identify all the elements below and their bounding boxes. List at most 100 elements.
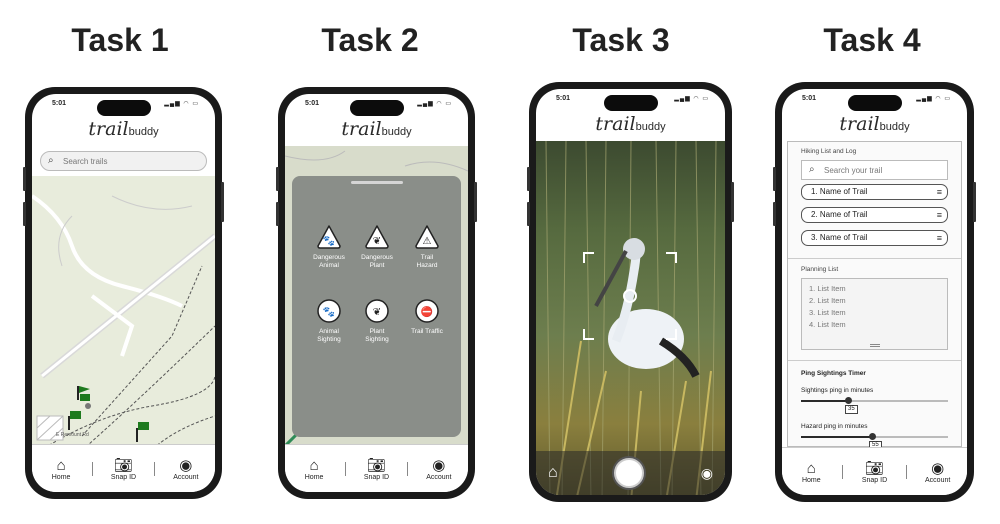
svg-text:❦: ❦ [373, 307, 381, 318]
camera-controls: ⌂ ◉ [536, 451, 725, 495]
home-icon: ⌂ [309, 456, 319, 474]
status-time: 5:01 [802, 95, 817, 102]
account-icon: ◉ [432, 456, 446, 474]
hazard-slider-fill [801, 436, 872, 438]
status-icons: ▂▄▆ ◠ ▭ [674, 96, 709, 102]
sightings-slider-fill [801, 400, 848, 402]
map-road-label: E Remount Rd [56, 432, 89, 438]
hazard-slider[interactable]: 55 [801, 433, 948, 450]
trail-item-label: 3. Name of Trail [811, 233, 868, 242]
drag-handle-icon[interactable]: ≡ [937, 208, 942, 222]
home-icon: ⌂ [806, 459, 816, 477]
account-icon[interactable]: ◉ [701, 465, 713, 482]
lists-panel: Hiking List and Log ⌕ Search your trail … [787, 141, 962, 450]
home-icon: ⌂ [56, 456, 66, 474]
tab-account-label: Account [173, 473, 199, 481]
svg-text:⛔: ⛔ [421, 305, 433, 318]
phone-task-1: 5:01 ▂▄▆ ◠ ▭ trailbuddy ⌕ Search trails [23, 87, 224, 499]
tab-bar: ⌂ Home 📷︎ Snap ID ◉ Account [32, 444, 215, 492]
tab-home-label: Home [51, 473, 71, 481]
status-time: 5:01 [52, 100, 67, 107]
tab-account[interactable]: ◉ Account [158, 457, 213, 481]
tab-home[interactable]: ⌂ Home [287, 457, 342, 481]
task-4-title: Task 4 [823, 22, 921, 58]
app-logo: trailbuddy [341, 118, 412, 140]
tab-account[interactable]: ◉ Account [910, 460, 965, 484]
tab-snap-id[interactable]: 📷︎ Snap ID [349, 457, 404, 481]
search-icon: ⌕ [809, 164, 815, 175]
home-icon[interactable]: ⌂ [548, 464, 558, 482]
tab-snap-label: Snap ID [110, 473, 137, 481]
tab-home[interactable]: ⌂ Home [784, 460, 839, 484]
dynamic-island [349, 100, 404, 116]
tab-snap-id[interactable]: 📷︎ Snap ID [847, 460, 902, 484]
sightings-value: 35 [845, 405, 858, 414]
paw-icon: 🐾 [316, 298, 342, 324]
tab-home[interactable]: ⌂ Home [34, 457, 89, 481]
task-1-title: Task 1 [71, 22, 169, 58]
account-icon: ◉ [179, 456, 193, 474]
status-icons: ▂▄▆ ◠ ▭ [164, 101, 199, 107]
trail-item[interactable]: 1. Name of Trail ≡ [801, 184, 948, 200]
trail-item-label: 1. Name of Trail [811, 187, 868, 196]
list-item: 1. List Item [809, 284, 846, 293]
dynamic-island [847, 95, 902, 111]
status-icons: ▂▄▆ ◠ ▭ [417, 101, 452, 107]
status-time: 5:01 [305, 100, 320, 107]
trail-map[interactable]: E Remount Rd [32, 176, 215, 444]
hazard-ping-label: Hazard ping in minutes [801, 423, 868, 430]
sightings-slider[interactable]: 35 [801, 397, 948, 414]
tab-bar: ⌂ Home 📷︎ Snap ID ◉ Account [285, 444, 468, 492]
account-icon: ◉ [931, 459, 945, 477]
tab-snap-label: Snap ID [861, 476, 888, 484]
task-2-title: Task 2 [321, 22, 419, 58]
ping-timer-title: Ping Sightings Timer [801, 370, 866, 377]
category-tree-warning[interactable]: ⚠ Trail Hazard [398, 224, 456, 270]
trail-item[interactable]: 3. Name of Trail ≡ [801, 230, 948, 246]
list-item: 3. List Item [809, 308, 846, 317]
resize-handle-icon[interactable] [869, 344, 880, 347]
status-time: 5:01 [556, 95, 571, 102]
tab-account[interactable]: ◉ Account [411, 457, 466, 481]
category-label: Trail [420, 254, 434, 261]
sightings-slider-knob[interactable] [845, 397, 852, 404]
trail-item[interactable]: 2. Name of Trail ≡ [801, 207, 948, 223]
dynamic-island [96, 100, 151, 116]
app-logo: trailbuddy [88, 118, 159, 140]
planning-list-title: Planning List [801, 266, 839, 273]
tab-home-label: Home [304, 473, 324, 481]
trail-item-label: 2. Name of Trail [811, 210, 868, 219]
search-icon: ⌕ [48, 155, 54, 166]
drag-handle-icon[interactable]: ≡ [937, 231, 942, 245]
category-hiker[interactable]: ⛔ Trail Traffic [398, 298, 456, 336]
phone-task-3: 5:01 ▂▄▆ ◠ ▭ trailbuddy ⌂ ◉ [527, 82, 734, 502]
app-logo: trailbuddy [595, 113, 666, 135]
planning-list-box[interactable]: 1. List Item 2. List Item 3. List Item 4… [801, 278, 948, 350]
tab-home-label: Home [801, 476, 821, 484]
list-item: 4. List Item [809, 320, 846, 329]
app-logo: trailbuddy [839, 113, 910, 135]
leaf-warning-icon: ❦ [364, 224, 390, 250]
sheet-drag-handle[interactable] [350, 181, 403, 184]
tab-snap-label: Snap ID [363, 473, 390, 481]
hazard-slider-knob[interactable] [869, 433, 876, 440]
drag-handle-icon[interactable]: ≡ [937, 185, 942, 199]
tab-account-label: Account [925, 476, 951, 484]
shutter-button[interactable] [614, 458, 645, 488]
svg-text:🐾: 🐾 [323, 306, 335, 318]
category-label: Trail Traffic [411, 328, 443, 335]
bird-photo [545, 141, 717, 495]
sightings-ping-label: Sightings ping in minutes [801, 387, 874, 394]
status-icons: ▂▄▆ ◠ ▭ [916, 96, 951, 102]
search-trails-input[interactable]: ⌕ Search trails [40, 151, 207, 171]
paw-warning-icon: 🐾 [316, 224, 342, 250]
list-item: 2. List Item [809, 296, 846, 305]
category-label: Sighting [365, 336, 389, 343]
category-label: Hazard [416, 262, 438, 269]
tab-snap-id[interactable]: 📷︎ Snap ID [96, 457, 151, 481]
dynamic-island [603, 95, 658, 111]
search-your-trail-input[interactable]: ⌕ Search your trail [801, 160, 948, 180]
camera-icon: 📷︎ [113, 456, 133, 474]
camera-viewfinder[interactable]: ⌂ ◉ [536, 141, 725, 495]
phone-task-4: 5:01 ▂▄▆ ◠ ▭ trailbuddy Hiking List and … [773, 82, 976, 502]
